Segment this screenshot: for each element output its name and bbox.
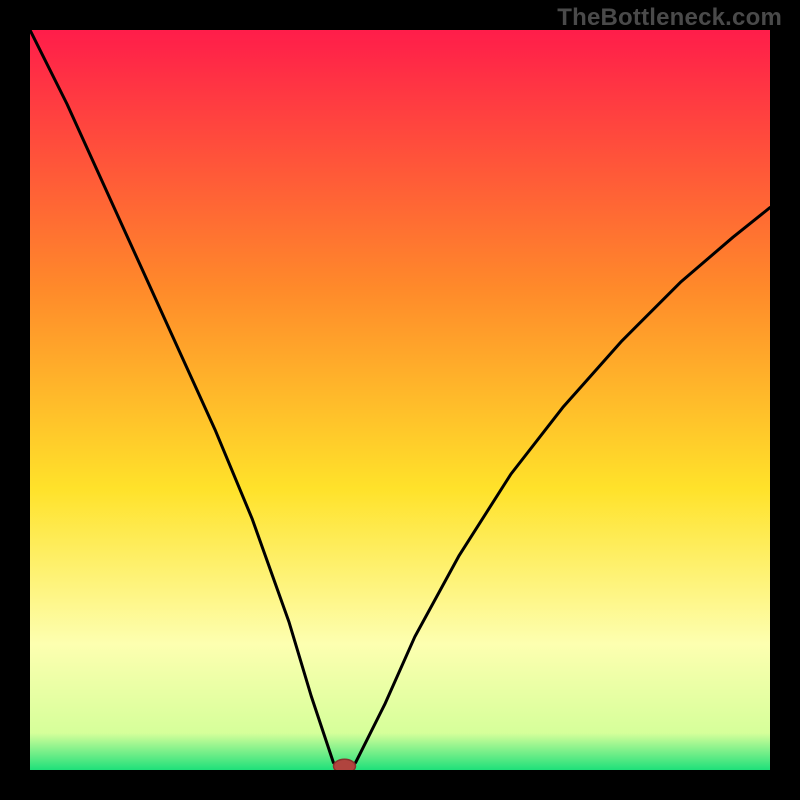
chart-frame: TheBottleneck.com: [0, 0, 800, 800]
chart-svg: [30, 30, 770, 770]
optimal-point-marker: [334, 759, 356, 770]
gradient-background: [30, 30, 770, 770]
plot-area: [30, 30, 770, 770]
watermark-text: TheBottleneck.com: [557, 4, 782, 32]
